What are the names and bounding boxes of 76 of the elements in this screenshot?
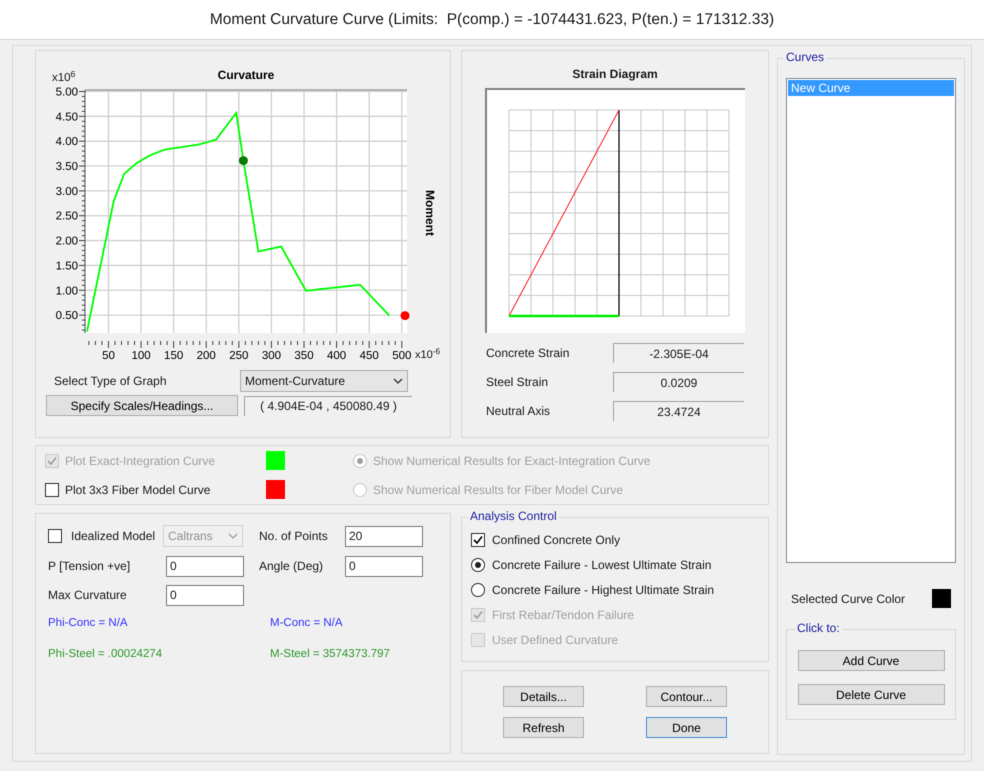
chart-title: Curvature: [218, 68, 274, 82]
axis-tick-label: 3.50: [56, 161, 78, 174]
axis-tick-label: 4.50: [56, 111, 78, 124]
button[interactable]: Refresh: [503, 717, 584, 738]
input-field[interactable]: 20: [345, 526, 423, 546]
button[interactable]: Details...: [503, 686, 584, 707]
axis-tick-label: 4.00: [56, 136, 78, 148]
field-label: Max Curvature: [48, 587, 128, 604]
input-field[interactable]: 0: [166, 556, 244, 576]
button[interactable]: Add Curve: [798, 650, 944, 671]
result-text: Phi-Steel = .00024274: [48, 647, 164, 662]
option-label: Confined Concrete Only: [492, 532, 620, 548]
reading-value: 0.0209: [613, 372, 744, 392]
group-title: Analysis Control: [468, 510, 559, 522]
axis-tick-label: 2.00: [56, 236, 78, 248]
axis-tick-label: 5.00: [56, 86, 78, 98]
panel-title: Strain Diagram: [572, 66, 658, 83]
field-label: Select Type of Graph: [54, 373, 168, 390]
reading-label: Neutral Axis: [486, 403, 550, 420]
button[interactable]: Delete Curve: [798, 684, 944, 705]
checkbox-label: Plot Exact-Integration Curve: [65, 452, 216, 470]
axis-tick-label: 300: [262, 350, 282, 362]
axis-tick-label: 150: [164, 350, 184, 362]
reading-label: Concrete Strain: [486, 345, 570, 362]
checkbox[interactable]: [471, 532, 485, 546]
axis-tick-label: 350: [294, 350, 314, 362]
window-title: Moment Curvature Curve (Limits: P(comp.) = -1074431.623, P(ten.) = 171312.33): [210, 10, 774, 30]
axis-tick-label: 0.50: [56, 310, 78, 322]
curve-color-swatch[interactable]: [932, 589, 951, 608]
button[interactable]: Specify Scales/Headings...: [46, 395, 238, 416]
input-field[interactable]: 0: [166, 584, 244, 606]
option-label: Concrete Failure - Highest Ultimate Strain: [492, 582, 714, 598]
option-label: Concrete Failure - Lowest Ultimate Strain: [492, 556, 712, 574]
axis-scale-label: x10$^{6}$: [52, 73, 76, 84]
axis-tick-label: 200: [196, 350, 216, 362]
axis-tick-label: 1.50: [56, 260, 78, 272]
axis-tick-label: 50: [102, 350, 115, 362]
axis-tick-label: 100: [131, 350, 151, 362]
axis-tick-label: 2.50: [56, 210, 78, 223]
radio-label: Show Numerical Results for Exact-Integration Curve: [373, 452, 650, 470]
axis-tick-label: 400: [327, 350, 346, 362]
axis-tick-label: 500: [392, 350, 412, 362]
checkbox[interactable]: [45, 482, 59, 496]
chevron-down-icon: [393, 378, 403, 384]
group-title: Curves: [784, 51, 826, 63]
result-text: M-Steel = 3574373.797: [270, 647, 391, 662]
checkbox-label: Plot 3x3 Fiber Model Curve: [65, 482, 210, 498]
field-label: No. of Points: [259, 528, 329, 545]
radio-button[interactable]: [471, 558, 485, 572]
option-label: First Rebar/Tendon Failure: [492, 606, 634, 624]
axis-tick-label: 1.00: [56, 285, 78, 298]
chevron-down-icon: [228, 533, 238, 539]
axis-title: Moment: [423, 190, 437, 236]
radio-button[interactable]: [471, 582, 485, 596]
coordinate-readout: ( 4.904E-04 , 450080.49 ): [244, 396, 412, 416]
field-label: P [Tension +ve]: [48, 558, 132, 575]
checkbox-label: Idealized Model: [71, 528, 156, 545]
button[interactable]: Contour...: [646, 686, 727, 707]
reading-value: -2.305E-04: [613, 343, 744, 363]
axis-tick-label: 250: [229, 350, 248, 362]
input-field[interactable]: 0: [345, 556, 423, 576]
button[interactable]: Done: [646, 717, 727, 738]
field-label: Angle (Deg): [259, 558, 324, 575]
reading-value: 23.4724: [613, 401, 744, 421]
axis-tick-label: 3.00: [56, 186, 78, 198]
radio-label: Show Numerical Results for Fiber Model Curve: [373, 482, 624, 498]
axis-scale-label: x10$^{-6}$: [415, 350, 440, 361]
axis-tick-label: 450: [360, 350, 379, 362]
checkbox[interactable]: [48, 529, 62, 543]
graph-type-dropdown[interactable]: Moment-Curvature: [240, 370, 408, 392]
color-label: Selected Curve Color: [791, 590, 906, 608]
result-text: M-Conc = N/A: [270, 616, 344, 631]
option-label: User Defined Curvature: [492, 632, 618, 648]
result-text: Phi-Conc = N/A: [48, 616, 129, 631]
group-title: Click to:: [795, 622, 842, 634]
reading-label: Steel Strain: [486, 374, 548, 391]
